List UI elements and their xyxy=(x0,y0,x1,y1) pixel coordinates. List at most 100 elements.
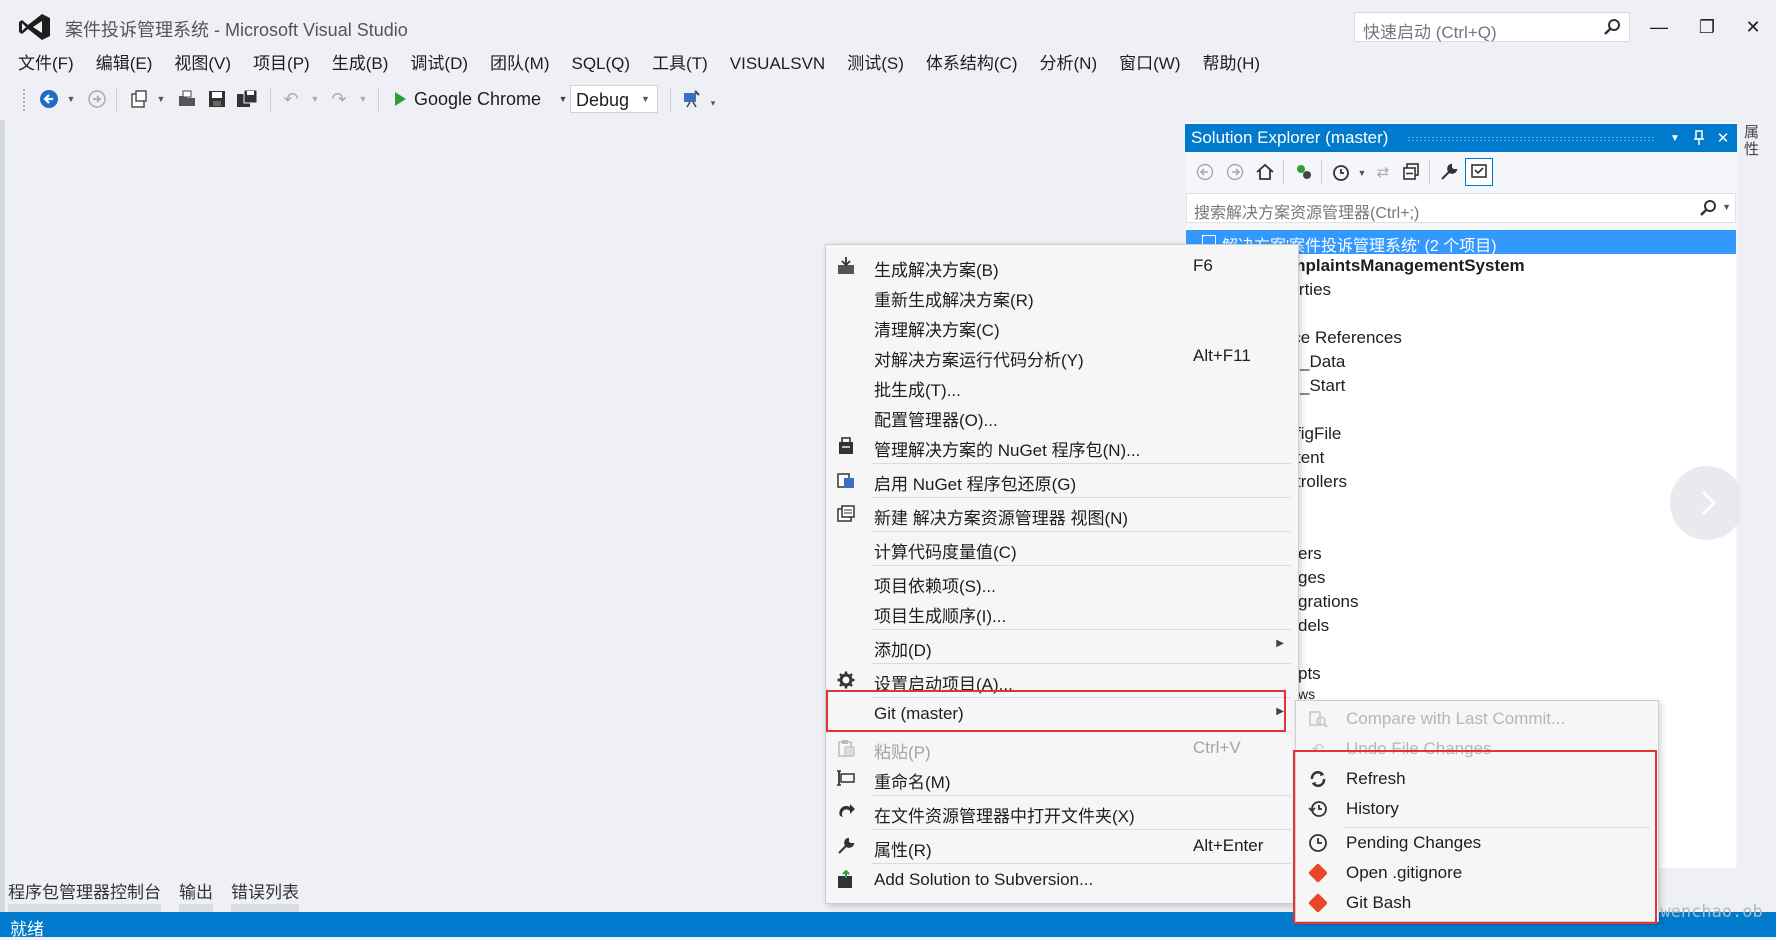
redo-dropdown-icon[interactable]: ▼ xyxy=(358,94,368,104)
menu-project[interactable]: 项目(P) xyxy=(245,50,324,78)
menu-item-enable-nuget-restore[interactable]: 启用 NuGet 程序包还原(G) xyxy=(826,466,1298,494)
menu-sql[interactable]: SQL(Q) xyxy=(564,50,645,78)
home-icon[interactable] xyxy=(1253,160,1277,184)
menu-item-project-dependencies[interactable]: 项目依赖项(S)... xyxy=(826,568,1298,596)
restore-button[interactable]: ❐ xyxy=(1692,14,1722,40)
attach-process-icon[interactable] xyxy=(680,88,702,110)
pending-changes-filter-icon[interactable] xyxy=(1291,160,1315,184)
tree-item-controllers[interactable]: trollers xyxy=(1296,472,1347,492)
properties-tab[interactable]: 属性 xyxy=(1744,124,1766,158)
tree-item-project[interactable]: omplaintsManagementSystem xyxy=(1280,256,1525,276)
undo-icon[interactable]: ↶ xyxy=(280,88,302,110)
menu-item-clean-solution[interactable]: 清理解决方案(C) xyxy=(826,312,1298,340)
open-file-icon[interactable] xyxy=(176,88,198,110)
menu-test[interactable]: 测试(S) xyxy=(839,50,918,78)
navigate-back-icon[interactable] xyxy=(38,88,60,110)
save-icon[interactable] xyxy=(206,88,228,110)
start-debugging-button[interactable]: Google Chrome xyxy=(392,84,541,114)
tree-item-images[interactable]: ges xyxy=(1298,568,1325,588)
tree-item-helpers[interactable]: ers xyxy=(1298,544,1322,564)
tab-package-manager-console[interactable]: 程序包管理器控制台 xyxy=(8,878,161,912)
new-project-icon[interactable] xyxy=(128,88,150,110)
close-window-button[interactable]: ✕ xyxy=(1738,14,1768,40)
menu-separator xyxy=(871,629,1291,630)
redo-icon[interactable]: ↷ xyxy=(328,88,350,110)
solution-configuration-select[interactable]: Debug ▼ xyxy=(570,85,658,113)
forward-icon[interactable] xyxy=(1223,160,1247,184)
new-view-icon xyxy=(836,504,856,524)
tab-error-list[interactable]: 错误列表 xyxy=(231,878,299,912)
menu-item-calculate-code-metrics[interactable]: 计算代码度量值(C) xyxy=(826,534,1298,562)
menu-item-properties[interactable]: 属性(R) Alt+Enter xyxy=(826,832,1298,860)
tree-item-migrations[interactable]: grations xyxy=(1298,592,1358,612)
tree-item-app-data[interactable]: _Data xyxy=(1300,352,1345,372)
menu-architecture[interactable]: 体系结构(C) xyxy=(918,50,1032,78)
subversion-icon xyxy=(836,870,856,890)
toolbar-grip[interactable] xyxy=(22,88,26,112)
build-icon xyxy=(836,256,856,276)
git-item-compare-last-commit[interactable]: Compare with Last Commit... xyxy=(1296,705,1658,733)
menu-view[interactable]: 视图(V) xyxy=(166,50,245,78)
panel-menu-dropdown-icon[interactable]: ▼ xyxy=(1665,127,1685,149)
menu-item-shortcut: Alt+F11 xyxy=(1193,346,1251,365)
menu-item-batch-build[interactable]: 批生成(T)... xyxy=(826,372,1298,400)
search-options-dropdown-icon[interactable]: ▼ xyxy=(1722,202,1731,212)
nav-arrow-overlay[interactable] xyxy=(1670,466,1744,540)
menu-visualsvn[interactable]: VISUALSVN xyxy=(722,50,839,78)
toolbar-separator xyxy=(270,88,271,112)
menu-item-paste[interactable]: 粘贴(P) Ctrl+V xyxy=(826,734,1298,762)
menu-item-label: 批生成(T)... xyxy=(874,381,961,400)
collapse-all-icon[interactable] xyxy=(1399,160,1423,184)
menu-item-new-solution-explorer-view[interactable]: 新建 解决方案资源管理器 视图(N) xyxy=(826,500,1298,528)
history-icon[interactable] xyxy=(1329,160,1353,184)
menu-item-configuration-manager[interactable]: 配置管理器(O)... xyxy=(826,402,1298,430)
tree-item-configfile[interactable]: figFile xyxy=(1296,424,1341,444)
menu-item-build-solution[interactable]: 生成解决方案(B) F6 xyxy=(826,252,1298,280)
menu-tools[interactable]: 工具(T) xyxy=(644,50,722,78)
navigate-forward-icon[interactable] xyxy=(86,88,108,110)
tree-item-scripts[interactable]: pts xyxy=(1298,664,1321,684)
tab-output[interactable]: 输出 xyxy=(179,878,213,912)
history-dropdown-icon[interactable]: ▼ xyxy=(1357,168,1367,178)
toolbar-separator xyxy=(670,88,671,112)
menu-item-manage-nuget[interactable]: 管理解决方案的 NuGet 程序包(N)... xyxy=(826,432,1298,460)
tree-item-app-start[interactable]: _Start xyxy=(1300,376,1345,396)
save-all-icon[interactable] xyxy=(236,88,258,110)
tree-item-models[interactable]: dels xyxy=(1298,616,1329,636)
tree-item-content[interactable]: tent xyxy=(1296,448,1324,468)
menu-item-open-folder-in-explorer[interactable]: 在文件资源管理器中打开文件夹(X) xyxy=(826,798,1298,826)
solution-explorer-header[interactable]: Solution Explorer (master) ▼ ✕ xyxy=(1185,124,1737,152)
toolbar-overflow-icon[interactable]: ▾ xyxy=(708,98,718,108)
standard-toolbar: ▼ ▼ ↶ ▼ ↷ ▼ ▼ ▾ xyxy=(0,84,1776,116)
menu-item-rebuild-solution[interactable]: 重新生成解决方案(R) xyxy=(826,282,1298,310)
quick-launch-input[interactable]: 快速启动 (Ctrl+Q) xyxy=(1354,12,1630,42)
left-tool-strip xyxy=(0,120,5,915)
properties-wrench-icon[interactable] xyxy=(1437,160,1461,184)
menu-item-add-solution-to-subversion[interactable]: Add Solution to Subversion... xyxy=(826,866,1298,894)
menu-build[interactable]: 生成(B) xyxy=(324,50,403,78)
menu-edit[interactable]: 编辑(E) xyxy=(88,50,167,78)
pin-icon[interactable] xyxy=(1689,127,1709,149)
menu-team[interactable]: 团队(M) xyxy=(482,50,563,78)
menu-analyze[interactable]: 分析(N) xyxy=(1032,50,1112,78)
undo-dropdown-icon[interactable]: ▼ xyxy=(310,94,320,104)
menu-item-label: 项目依赖项(S)... xyxy=(874,577,996,596)
search-icon[interactable] xyxy=(1699,199,1717,222)
menu-item-add[interactable]: 添加(D) ▶ xyxy=(826,632,1298,660)
sync-icon[interactable]: ⇄ xyxy=(1371,160,1395,184)
menu-window[interactable]: 窗口(W) xyxy=(1111,50,1194,78)
menu-item-project-build-order[interactable]: 项目生成顺序(I)... xyxy=(826,598,1298,626)
search-icon xyxy=(1604,19,1620,35)
menu-item-run-code-analysis[interactable]: 对解决方案运行代码分析(Y) Alt+F11 xyxy=(826,342,1298,370)
new-project-dropdown-icon[interactable]: ▼ xyxy=(156,94,166,104)
preview-selected-items-icon[interactable] xyxy=(1465,158,1493,186)
back-icon[interactable] xyxy=(1193,160,1217,184)
back-dropdown-icon[interactable]: ▼ xyxy=(66,94,76,104)
menu-help[interactable]: 帮助(H) xyxy=(1194,50,1274,78)
close-panel-icon[interactable]: ✕ xyxy=(1713,127,1733,149)
solution-explorer-search-input[interactable]: 搜索解决方案资源管理器(Ctrl+;) ▼ xyxy=(1186,193,1736,223)
menu-file[interactable]: 文件(F) xyxy=(10,50,88,78)
menu-item-rename[interactable]: 重命名(M) xyxy=(826,764,1298,792)
menu-debug[interactable]: 调试(D) xyxy=(402,50,482,78)
minimize-button[interactable]: — xyxy=(1644,14,1674,40)
